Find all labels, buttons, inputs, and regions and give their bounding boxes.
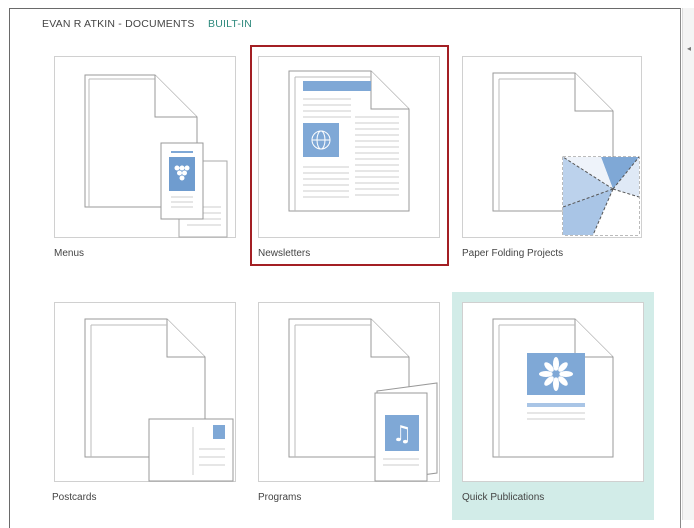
svg-text:♫: ♫ [392, 422, 412, 447]
template-tile-paper-folding[interactable]: Paper Folding Projects [456, 46, 656, 268]
programs-thumbnail: ♫ [258, 302, 440, 482]
quick-publication-template-icon [492, 318, 614, 458]
template-tile-quick-publications[interactable]: Quick Publications [452, 292, 654, 520]
tab-built-in[interactable]: BUILT-IN [208, 18, 252, 30]
vertical-scrollbar[interactable]: ◂ [682, 8, 694, 520]
template-tile-postcards[interactable]: Postcards [42, 292, 242, 514]
template-label: Paper Folding Projects [462, 248, 564, 259]
menu-template-icon [84, 74, 228, 238]
selection-outline [250, 45, 449, 266]
template-label: Menus [54, 248, 85, 259]
quick-publications-thumbnail [462, 302, 644, 482]
tab-personal-documents[interactable]: EVAN R ATKIN - DOCUMENTS [42, 18, 195, 30]
postcards-thumbnail [54, 302, 236, 482]
menus-thumbnail [54, 56, 236, 238]
template-label: Postcards [52, 492, 97, 503]
template-label: Quick Publications [462, 492, 545, 503]
postcard-template-icon [84, 318, 234, 482]
paper-folding-thumbnail [462, 56, 642, 238]
program-template-icon: ♫ [288, 318, 438, 482]
template-tile-programs[interactable]: ♫ Programs [250, 292, 450, 514]
scroll-up-icon[interactable]: ◂ [685, 44, 693, 54]
template-tile-menus[interactable]: Menus [42, 46, 242, 268]
template-tile-newsletters[interactable]: Newsletters [250, 45, 450, 268]
paper-folding-template-icon [492, 72, 640, 236]
template-label: Programs [258, 492, 302, 503]
